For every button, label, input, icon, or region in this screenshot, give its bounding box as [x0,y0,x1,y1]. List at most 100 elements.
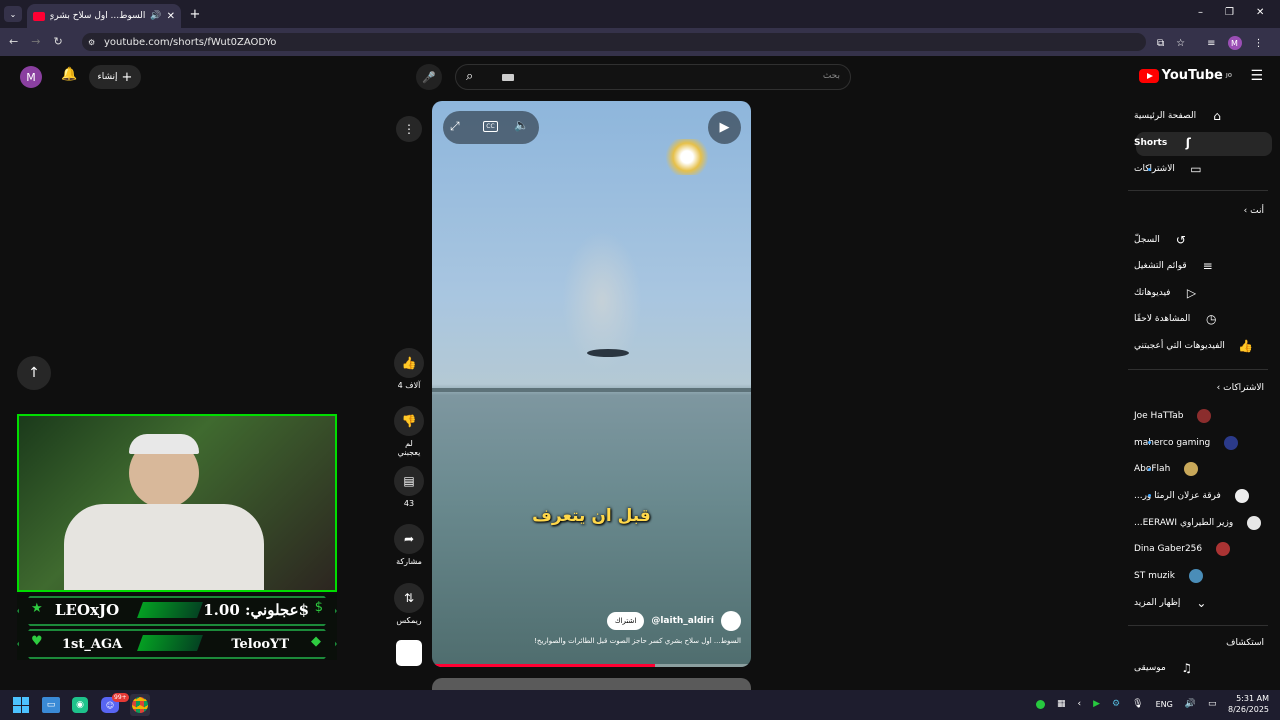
sidebar-sub-item[interactable]: ST muzik [1134,563,1262,589]
captions-icon[interactable]: CC [483,121,498,132]
sidebar-sub-item[interactable]: maherco gaming [1134,430,1262,456]
dislike-button[interactable]: 👎 لم يعجبني [394,406,424,457]
toolbar-icons: ⧉ ☆ ≡ M ⋮ [1157,36,1264,50]
volume-icon[interactable]: 🔈 [514,118,529,132]
channel-avatar [1247,516,1262,530]
streamer-cap [129,434,199,454]
play-icon[interactable]: ▶ [708,111,741,144]
you-section-header[interactable]: أنت › [1244,206,1264,216]
create-button[interactable]: إنشاء + [89,65,141,89]
chevron-down-icon: ⌄ [1196,596,1207,610]
reload-icon[interactable]: ↻ [53,35,62,48]
browser-tab[interactable]: السوط... أول سلاح بشري كسر 🔊 ✕ [27,4,181,28]
subs-section-header[interactable]: الاشتراكات › [1217,383,1264,393]
divider [1128,190,1268,191]
sidebar-sub-item[interactable]: فرقة عزلان الرمثا ور... [1134,483,1262,509]
sidebar-item-music[interactable]: ♫ موسيقى [1134,655,1262,681]
clock-time: 5:31 AM [1236,694,1270,703]
sidebar-item-shorts[interactable]: ʃ Shorts [1134,130,1262,156]
scroll-up-icon[interactable]: ↑ [17,356,51,390]
new-tab-button[interactable]: + [188,6,202,22]
minimize-icon[interactable]: – [1198,7,1203,18]
keyboard-icon[interactable] [502,74,514,81]
fullscreen-icon[interactable]: ⤢ [450,119,460,134]
file-explorer-icon[interactable]: ▭ [42,697,60,713]
progress-track[interactable] [432,664,751,667]
search-box[interactable]: بحث ⌕ [455,64,851,90]
youtube-logo[interactable]: YouTube JO [1138,68,1232,83]
sidebar-item-playlists[interactable]: ≡ قوائم التشغيل [1134,253,1262,279]
forward-icon[interactable]: → [31,35,40,48]
chrome-icon[interactable] [132,697,148,713]
clock[interactable]: 5:31 AM 8/26/2025 [1228,693,1269,715]
tab-close-icon[interactable]: ✕ [167,11,175,22]
app-icon[interactable]: ◉ [72,697,88,713]
comments-button[interactable]: ▤ 43 [394,466,424,508]
mic-button[interactable]: 🎤 [416,64,442,90]
close-window-icon[interactable]: ✕ [1256,7,1264,18]
more-options-icon[interactable]: ⋮ [396,116,422,142]
tab-list-button[interactable]: ⌄ [4,6,22,22]
notifications-bell-icon[interactable]: 🔔 [61,67,77,82]
short-title[interactable]: السوط... أول سلاح بشري كسر حاجز الصوت قب… [441,637,741,645]
restore-icon[interactable]: ❐ [1225,7,1234,18]
divider [1128,625,1268,626]
top-member-name: 1st_AGA [62,637,123,652]
comment-count: 43 [403,499,415,508]
sidebar-label: المشاهدة لاحقًا [1134,314,1191,324]
sidebar-label: فيديوهاتك [1134,288,1171,298]
hamburger-menu-icon[interactable]: ☰ [1250,68,1263,84]
battery-icon[interactable]: ▭ [1208,699,1217,709]
speaker-icon[interactable]: 🔊 [150,11,161,21]
channel-avatar [1224,436,1239,450]
sidebar-item-your-videos[interactable]: ▷ فيديوهاتك [1134,280,1262,306]
speaker-tray-icon[interactable]: 🔊 [1185,699,1196,709]
play-tray-icon[interactable]: ▶ [1093,699,1100,709]
shorts-video-player[interactable]: قبل ان يتعرف ⤢ CC 🔈 ▶ اشتراك @laith_aldi… [432,101,751,667]
account-avatar[interactable]: M [20,66,42,88]
next-short-preview[interactable] [432,678,751,690]
profile-avatar[interactable]: M [1227,36,1242,50]
like-count: 4 آلاف [397,381,421,390]
sound-thumbnail[interactable] [396,640,422,666]
language-indicator[interactable]: ENG [1156,700,1173,709]
channel-handle[interactable]: @laith_aldiri [651,616,714,626]
subscribe-button[interactable]: اشتراك [606,612,645,630]
site-info-icon[interactable]: ⚙ [88,38,95,47]
top-donor-name: LEOxJO [55,601,120,619]
mic-tray-icon[interactable]: 🎙 [1132,699,1143,709]
menu-dots-icon[interactable]: ⋮ [1254,38,1264,49]
sidebar-item-subscriptions[interactable]: ▭ الاشتراكات [1134,156,1262,182]
remix-label: ريمكس [396,616,422,625]
sidebar-item-history[interactable]: ↺ السجلّ [1134,227,1262,253]
bookmark-star-icon[interactable]: ☆ [1176,38,1185,49]
sidebar-sub-item[interactable]: AboFlah [1134,456,1262,482]
status-dot-icon[interactable] [1036,699,1045,709]
video-icon: ▷ [1186,286,1197,300]
sidebar-label: قوائم التشغيل [1134,261,1187,271]
chevron-tray-icon[interactable]: ‹ [1078,699,1082,709]
sidebar-item-home[interactable]: ⌂ الصفحة الرئيسية [1134,103,1262,129]
media-control-icon[interactable]: ≡ [1207,38,1215,49]
sidebar-sub-item[interactable]: وزير الطيراوي EERAWI... [1134,510,1262,536]
sidebar-sub-item[interactable]: Dina Gaber256 [1134,536,1262,562]
url-bar[interactable]: ⚙ youtube.com/shorts/fWut0ZAODYo [82,33,1146,51]
install-app-icon[interactable]: ⧉ [1157,38,1164,49]
keyboard-tray-icon[interactable]: ▦ [1057,699,1066,709]
like-button[interactable]: 👍 4 آلاف [394,348,424,390]
remix-button[interactable]: ⇅ ريمكس [394,583,424,625]
sidebar-item-liked[interactable]: 👍 الفيديوهات التي أعجبتني [1134,333,1262,359]
show-more-button[interactable]: ⌄ إظهار المزيد [1134,590,1262,616]
channel-avatar[interactable] [721,611,741,631]
home-icon: ⌂ [1213,109,1221,123]
sidebar-item-watch-later[interactable]: ◷ المشاهدة لاحقًا [1134,306,1262,332]
back-icon[interactable]: ← [9,35,18,48]
sidebar-label: Joe HaTTab [1134,411,1184,421]
share-button[interactable]: ➦ مشاركة [394,524,424,566]
search-icon[interactable]: ⌕ [466,69,473,84]
windows-start-icon[interactable] [13,697,29,713]
sidebar-sub-item[interactable]: Joe HaTTab [1134,403,1262,429]
steam-icon[interactable]: ⚙ [1112,699,1120,709]
sidebar-label: الفيديوهات التي أعجبتني [1134,341,1225,351]
new-content-dot [1148,468,1151,471]
